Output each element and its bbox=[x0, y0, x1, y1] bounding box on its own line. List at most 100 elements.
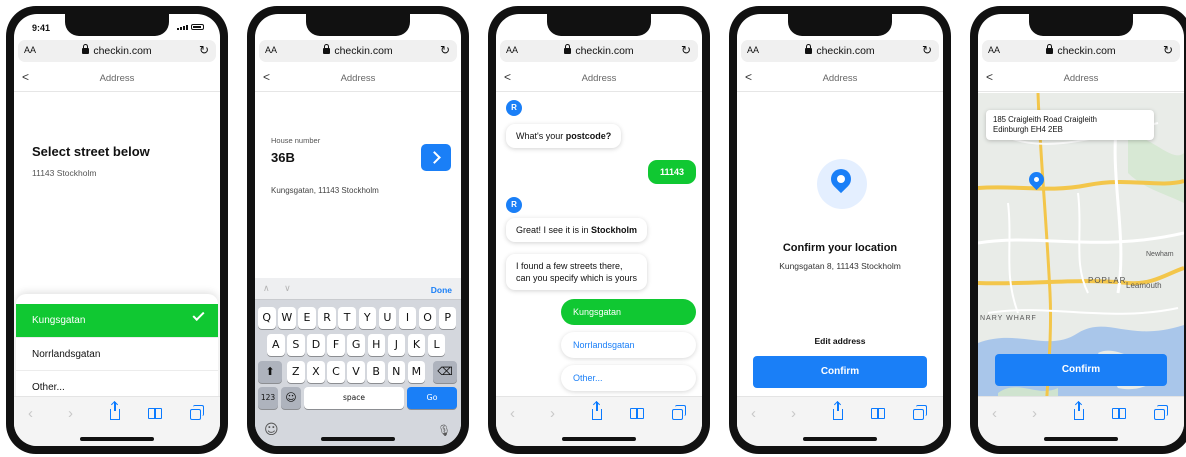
key-m[interactable]: M bbox=[407, 361, 426, 383]
address-bar[interactable]: AA checkin.com ↻ bbox=[18, 40, 216, 62]
key-p[interactable]: P bbox=[438, 307, 457, 329]
share-icon[interactable] bbox=[1074, 402, 1084, 420]
key-backspace[interactable]: ⌫ bbox=[433, 361, 457, 383]
bookmarks-icon[interactable] bbox=[871, 408, 885, 419]
key-x[interactable]: X bbox=[307, 361, 325, 383]
tabs-icon[interactable] bbox=[1154, 405, 1168, 420]
option-kungsgatan[interactable]: Kungsgatan bbox=[16, 304, 218, 337]
option-label: Norrlandsgatan bbox=[32, 349, 101, 360]
forward-arrow-icon[interactable]: › bbox=[68, 405, 73, 422]
emoji-icon[interactable]: ☺ bbox=[264, 422, 279, 438]
address-bar[interactable]: AA checkin.com ↻ bbox=[982, 40, 1180, 62]
nav-bar: < Address bbox=[737, 66, 943, 92]
confirm-title: Confirm your location bbox=[782, 242, 898, 254]
nav-title: Address bbox=[822, 73, 858, 84]
bookmarks-icon[interactable] bbox=[1112, 408, 1126, 419]
tabs-icon[interactable] bbox=[913, 405, 927, 420]
key-v[interactable]: V bbox=[347, 361, 365, 383]
choice-kungsgatan[interactable]: Kungsgatan bbox=[561, 299, 696, 325]
address-bar[interactable]: AA checkin.com ↻ bbox=[741, 40, 939, 62]
key-t[interactable]: T bbox=[338, 307, 356, 329]
address-summary: Kungsgatan, 11143 Stockholm bbox=[271, 186, 379, 195]
key-emoji[interactable]: ☺ bbox=[281, 387, 301, 409]
key-space[interactable]: space bbox=[304, 387, 404, 409]
url-host: checkin.com bbox=[500, 44, 698, 57]
key-n[interactable]: N bbox=[387, 361, 405, 383]
field-nav-arrows[interactable]: ∧ ∨ bbox=[263, 283, 297, 294]
key-k[interactable]: K bbox=[407, 334, 426, 356]
status-time: 9:41 bbox=[32, 23, 51, 33]
checkmark-icon bbox=[192, 308, 205, 322]
share-icon[interactable] bbox=[833, 402, 843, 420]
key-y[interactable]: Y bbox=[358, 307, 376, 329]
nav-title: Address bbox=[99, 73, 135, 84]
key-g[interactable]: G bbox=[347, 334, 365, 356]
key-i[interactable]: I bbox=[398, 307, 417, 329]
reload-icon[interactable]: ↻ bbox=[440, 43, 450, 57]
nav-bar: < Address bbox=[978, 66, 1184, 92]
key-b[interactable]: B bbox=[367, 361, 385, 383]
forward-arrow-icon[interactable]: › bbox=[791, 405, 796, 422]
phone-select-street: 9:41 AA checkin.com ↻ < Address Select s… bbox=[6, 6, 228, 454]
confirm-button[interactable]: Confirm bbox=[753, 356, 927, 388]
address-line: 185 Craigleith Road Craigleith bbox=[993, 115, 1098, 124]
reload-icon[interactable]: ↻ bbox=[922, 43, 932, 57]
home-indicator bbox=[1044, 437, 1118, 441]
choice-norrlandsgatan[interactable]: Norrlandsgatan bbox=[561, 332, 696, 358]
key-q[interactable]: Q bbox=[258, 307, 276, 329]
key-z[interactable]: Z bbox=[287, 361, 305, 383]
key-h[interactable]: H bbox=[367, 334, 385, 356]
back-arrow-icon[interactable]: ‹ bbox=[751, 405, 756, 422]
bookmarks-icon[interactable] bbox=[148, 408, 162, 419]
confirm-button[interactable]: Confirm bbox=[995, 354, 1167, 386]
option-norrlandsgatan[interactable]: Norrlandsgatan bbox=[16, 337, 218, 370]
key-s[interactable]: S bbox=[287, 334, 305, 356]
keyboard: ∧ ∨ Done Q W E R T Y U I O P A S D F G H J K L Z X C V B N M ⬆ ⌫ 12… bbox=[255, 278, 461, 446]
key-u[interactable]: U bbox=[378, 307, 397, 329]
address-bar[interactable]: AA checkin.com ↻ bbox=[500, 40, 698, 62]
tabs-icon[interactable] bbox=[672, 405, 686, 420]
back-arrow-icon[interactable]: ‹ bbox=[510, 405, 515, 422]
microphone-icon[interactable]: 🎙 bbox=[437, 424, 451, 437]
reload-icon[interactable]: ↻ bbox=[1163, 43, 1173, 57]
home-indicator bbox=[803, 437, 877, 441]
forward-arrow-icon[interactable]: › bbox=[1032, 405, 1037, 422]
bookmarks-icon[interactable] bbox=[630, 408, 644, 419]
reload-icon[interactable]: ↻ bbox=[199, 43, 209, 57]
signal-icon bbox=[177, 25, 188, 30]
key-r[interactable]: R bbox=[318, 307, 336, 329]
message-bubble: What's your postcode? bbox=[506, 124, 622, 148]
back-arrow-icon[interactable]: ‹ bbox=[992, 405, 997, 422]
edit-address-link[interactable]: Edit address bbox=[737, 336, 943, 346]
back-arrow-icon[interactable]: ‹ bbox=[28, 405, 33, 422]
key-e[interactable]: E bbox=[298, 307, 316, 329]
option-label: Other... bbox=[32, 382, 65, 393]
browser-toolbar: ‹ › bbox=[496, 396, 702, 446]
key-l[interactable]: L bbox=[427, 334, 446, 356]
key-o[interactable]: O bbox=[418, 307, 437, 329]
key-c[interactable]: C bbox=[327, 361, 345, 383]
key-d[interactable]: D bbox=[307, 334, 325, 356]
house-number-input[interactable]: 36B bbox=[271, 150, 295, 165]
notch bbox=[306, 14, 410, 36]
key-a[interactable]: A bbox=[267, 334, 285, 356]
share-icon[interactable] bbox=[110, 402, 120, 420]
reload-icon[interactable]: ↻ bbox=[681, 43, 691, 57]
next-button[interactable] bbox=[421, 144, 451, 171]
key-j[interactable]: J bbox=[387, 334, 406, 356]
tabs-icon[interactable] bbox=[190, 405, 204, 420]
message-text: Great! I see it is in bbox=[516, 225, 592, 235]
map-label-poplar: POPLAR bbox=[1088, 276, 1127, 285]
lock-icon bbox=[82, 44, 90, 54]
key-w[interactable]: W bbox=[278, 307, 296, 329]
choice-other[interactable]: Other... bbox=[561, 365, 696, 391]
forward-arrow-icon[interactable]: › bbox=[550, 405, 555, 422]
browser-toolbar: ‹ › bbox=[978, 396, 1184, 446]
key-f[interactable]: F bbox=[327, 334, 345, 356]
key-shift[interactable]: ⬆ bbox=[258, 361, 282, 383]
done-button[interactable]: Done bbox=[431, 285, 452, 295]
address-bar[interactable]: AA checkin.com ↻ bbox=[259, 40, 457, 62]
key-numbers[interactable]: 123 bbox=[258, 387, 278, 409]
key-go[interactable]: Go bbox=[407, 387, 457, 409]
share-icon[interactable] bbox=[592, 402, 602, 420]
